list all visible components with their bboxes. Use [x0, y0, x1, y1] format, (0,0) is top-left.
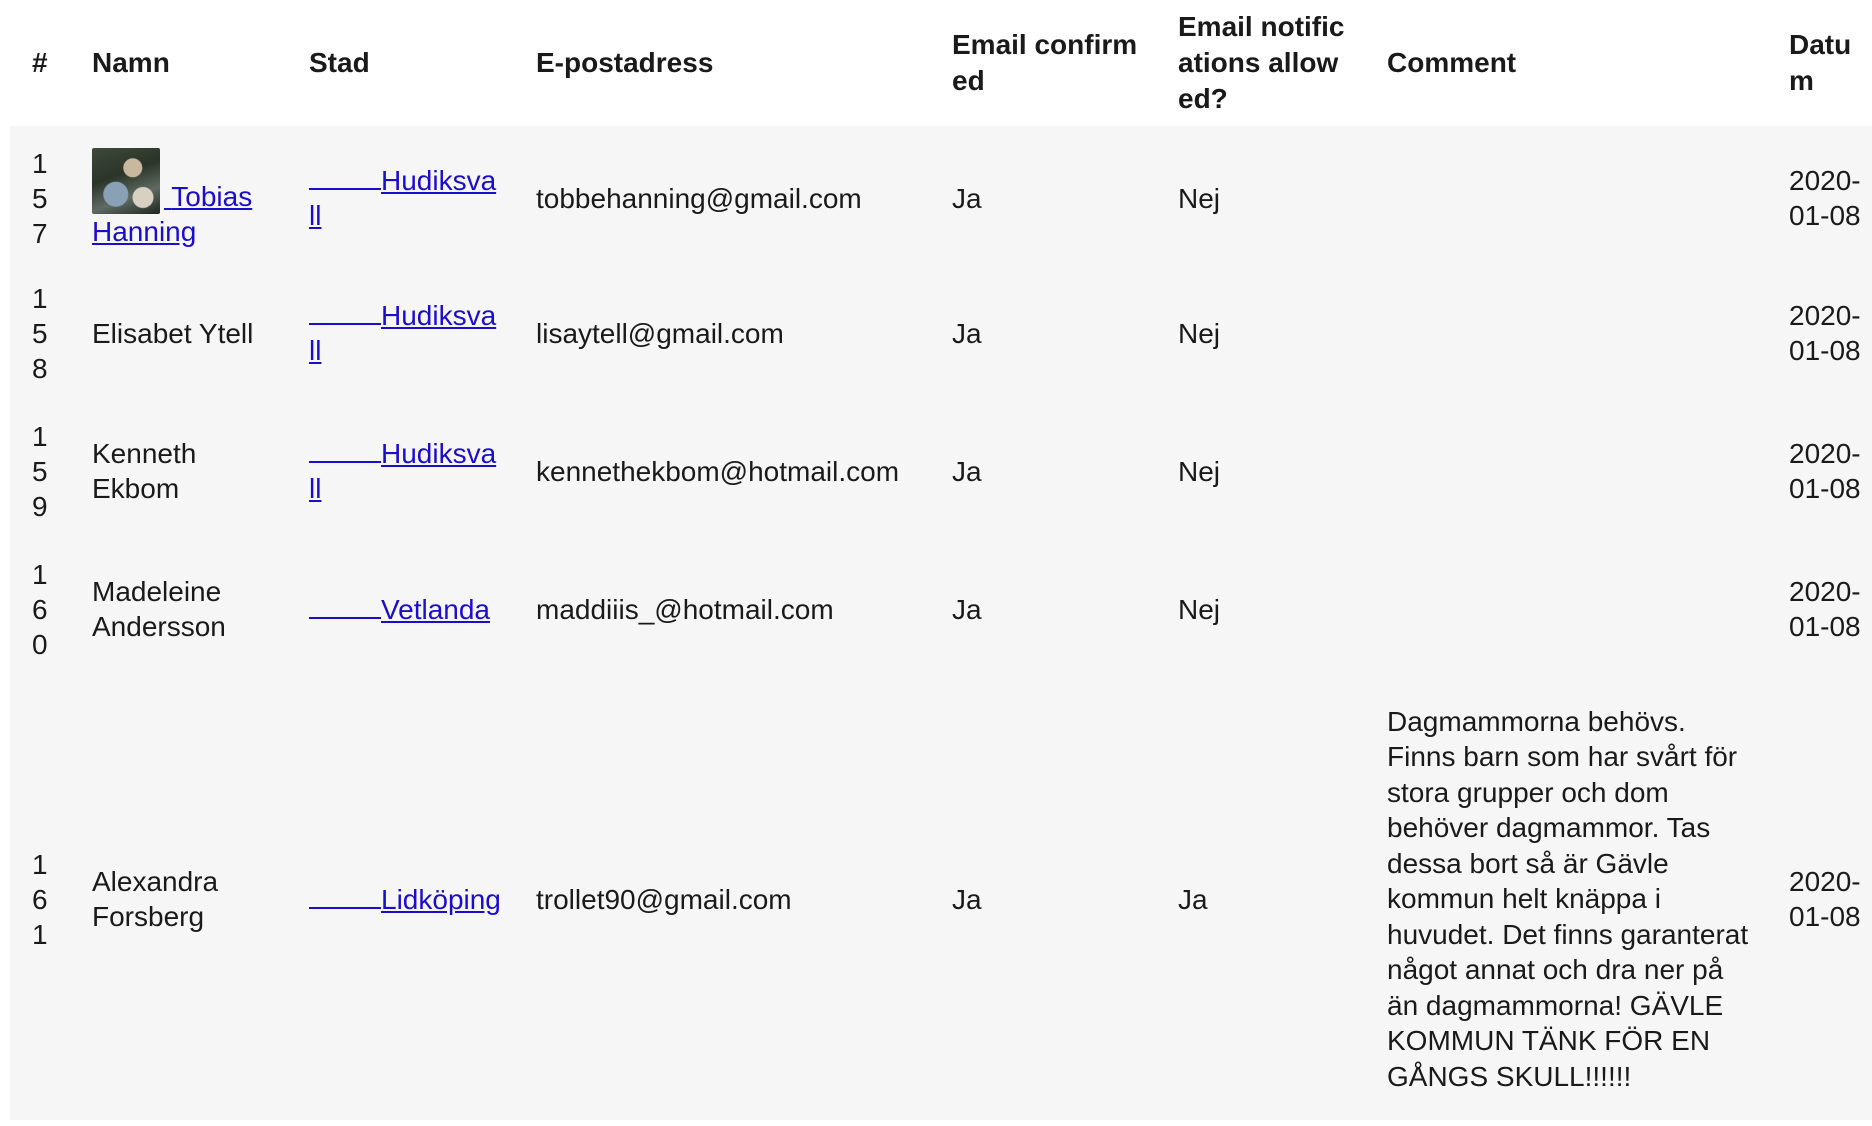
comment-cell — [1365, 264, 1767, 402]
row-number: 157 — [32, 147, 48, 249]
table-row: 159 Kenneth Ekbom Hudiksvall kennethekbo… — [10, 402, 1872, 540]
city-link[interactable]: Vetlanda — [309, 594, 490, 625]
email-confirmed-cell: Ja — [930, 264, 1156, 402]
signature-list-page: # Namn Stad E-postadress Email confirmed… — [0, 0, 1872, 1126]
header-row: # Namn Stad E-postadress Email confirmed… — [10, 0, 1872, 126]
column-header-email-confirmed: Email confirmed — [930, 0, 1156, 126]
city-name: Hudiksvall — [309, 300, 497, 366]
name-cell: Tobias Hanning — [70, 126, 287, 264]
table-body: 157 Tobias Hanning Hudiksvall tobbehanni… — [10, 126, 1872, 1120]
signer-name: Kenneth Ekbom — [70, 402, 287, 540]
notifications-allowed-cell: Nej — [1156, 402, 1365, 540]
city-link[interactable]: Hudiksvall — [309, 438, 496, 504]
email-confirmed-cell: Ja — [930, 678, 1156, 1120]
city-name: Hudiksvall — [309, 165, 497, 231]
row-number-cell: 161 — [10, 678, 70, 1120]
city-cell: Lidköping — [287, 678, 514, 1120]
row-number-cell: 160 — [10, 540, 70, 678]
city-name: Hudiksvall — [309, 438, 497, 504]
column-header-name: Namn — [70, 0, 287, 126]
comment-cell — [1365, 126, 1767, 264]
notifications-allowed-cell: Nej — [1156, 264, 1365, 402]
notifications-allowed-cell: Nej — [1156, 126, 1365, 264]
row-number-cell: 158 — [10, 264, 70, 402]
email-cell: kennethekbom@hotmail.com — [514, 402, 930, 540]
column-header-date: Datum — [1767, 0, 1872, 126]
city-link[interactable]: Lidköping — [309, 884, 501, 915]
table-row: 158 Elisabet Ytell Hudiksvall lisaytell@… — [10, 264, 1872, 402]
row-number: 161 — [32, 848, 48, 950]
email-confirmed-cell: Ja — [930, 540, 1156, 678]
city-cell: Vetlanda — [287, 540, 514, 678]
city-cell: Hudiksvall — [287, 402, 514, 540]
row-number: 159 — [32, 420, 48, 522]
comment-cell — [1365, 402, 1767, 540]
email-cell: tobbehanning@gmail.com — [514, 126, 930, 264]
city-name: Lidköping — [381, 883, 501, 915]
date-cell: 2020-01-08 — [1767, 126, 1872, 264]
date-cell: 2020-01-08 — [1767, 540, 1872, 678]
email-confirmed-cell: Ja — [930, 126, 1156, 264]
column-header-comment: Comment — [1365, 0, 1767, 126]
column-header-notifications-allowed: Email notifications allowed? — [1156, 0, 1365, 126]
city-cell: Hudiksvall — [287, 126, 514, 264]
date-cell: 2020-01-08 — [1767, 402, 1872, 540]
email-confirmed-cell: Ja — [930, 402, 1156, 540]
date-cell: 2020-01-08 — [1767, 678, 1872, 1120]
signer-name: Alexandra Forsberg — [70, 678, 287, 1120]
email-cell: lisaytell@gmail.com — [514, 264, 930, 402]
row-number: 160 — [32, 558, 48, 660]
table-row: 161 Alexandra Forsberg Lidköping trollet… — [10, 678, 1872, 1120]
table-row: 160 Madeleine Andersson Vetlanda maddiii… — [10, 540, 1872, 678]
row-number: 158 — [32, 282, 48, 384]
row-number-cell: 159 — [10, 402, 70, 540]
row-number-cell: 157 — [10, 126, 70, 264]
signer-avatar — [92, 147, 160, 214]
column-header-city: Stad — [287, 0, 514, 126]
city-link[interactable]: Hudiksvall — [309, 165, 496, 231]
column-header-number: # — [10, 0, 70, 126]
table-row: 157 Tobias Hanning Hudiksvall tobbehanni… — [10, 126, 1872, 264]
signer-name: Elisabet Ytell — [70, 264, 287, 402]
column-header-email: E-postadress — [514, 0, 930, 126]
signer-name: Madeleine Andersson — [70, 540, 287, 678]
city-cell: Hudiksvall — [287, 264, 514, 402]
notifications-allowed-cell: Ja — [1156, 678, 1365, 1120]
email-cell: trollet90@gmail.com — [514, 678, 930, 1120]
table-header: # Namn Stad E-postadress Email confirmed… — [10, 0, 1872, 126]
city-link[interactable]: Hudiksvall — [309, 300, 496, 366]
date-cell: 2020-01-08 — [1767, 264, 1872, 402]
comment-cell — [1365, 540, 1767, 678]
signer-profile-link[interactable]: Tobias Hanning — [92, 147, 252, 247]
signatures-table: # Namn Stad E-postadress Email confirmed… — [10, 0, 1872, 1120]
comment-cell: Dagmammorna behövs. Finns barn som har s… — [1365, 678, 1767, 1120]
notifications-allowed-cell: Nej — [1156, 540, 1365, 678]
city-name: Vetlanda — [381, 593, 490, 625]
email-cell: maddiiis_@hotmail.com — [514, 540, 930, 678]
